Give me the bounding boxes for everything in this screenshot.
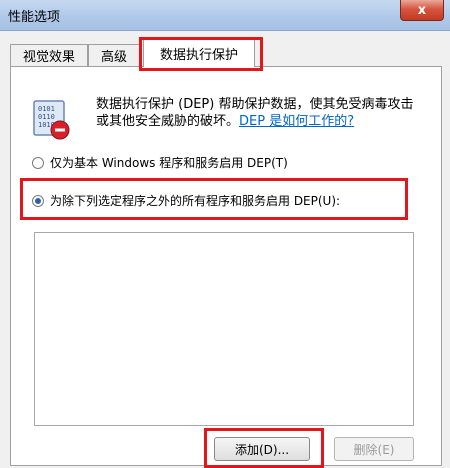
tab-label: 视觉效果 — [22, 50, 75, 65]
dep-shield-icon: 0101 0110 1010 — [33, 100, 70, 140]
remove-button[interactable]: 删除(E) — [334, 437, 414, 461]
radio-essential[interactable] — [32, 156, 44, 169]
svg-text:0110: 0110 — [38, 113, 55, 121]
close-icon: x — [417, 2, 427, 18]
close-button[interactable]: x — [400, 0, 444, 21]
highlight-box-tab — [139, 37, 263, 71]
program-list[interactable] — [34, 232, 414, 426]
title-bar: 性能选项 x — [0, 0, 450, 31]
highlight-box-option — [20, 178, 408, 220]
radio-essential-label: 仅为基本 Windows 程序和服务启用 DEP(T) — [50, 156, 288, 170]
radio-essential-row[interactable]: 仅为基本 Windows 程序和服务启用 DEP(T) — [32, 154, 288, 171]
highlight-box-add — [204, 428, 324, 468]
tab-advanced[interactable]: 高级 — [88, 44, 140, 66]
tab-label: 高级 — [100, 50, 127, 65]
dep-description: 数据执行保护 (DEP) 帮助保护数据，使其免受病毒攻击或其他安全威胁的破坏。D… — [96, 96, 422, 130]
remove-button-label: 删除(E) — [353, 442, 395, 457]
window-title: 性能选项 — [8, 10, 61, 25]
dep-help-link[interactable]: DEP 是如何工作的? — [239, 114, 354, 129]
svg-text:0101: 0101 — [38, 105, 55, 113]
tab-visual-effects[interactable]: 视觉效果 — [10, 44, 88, 66]
